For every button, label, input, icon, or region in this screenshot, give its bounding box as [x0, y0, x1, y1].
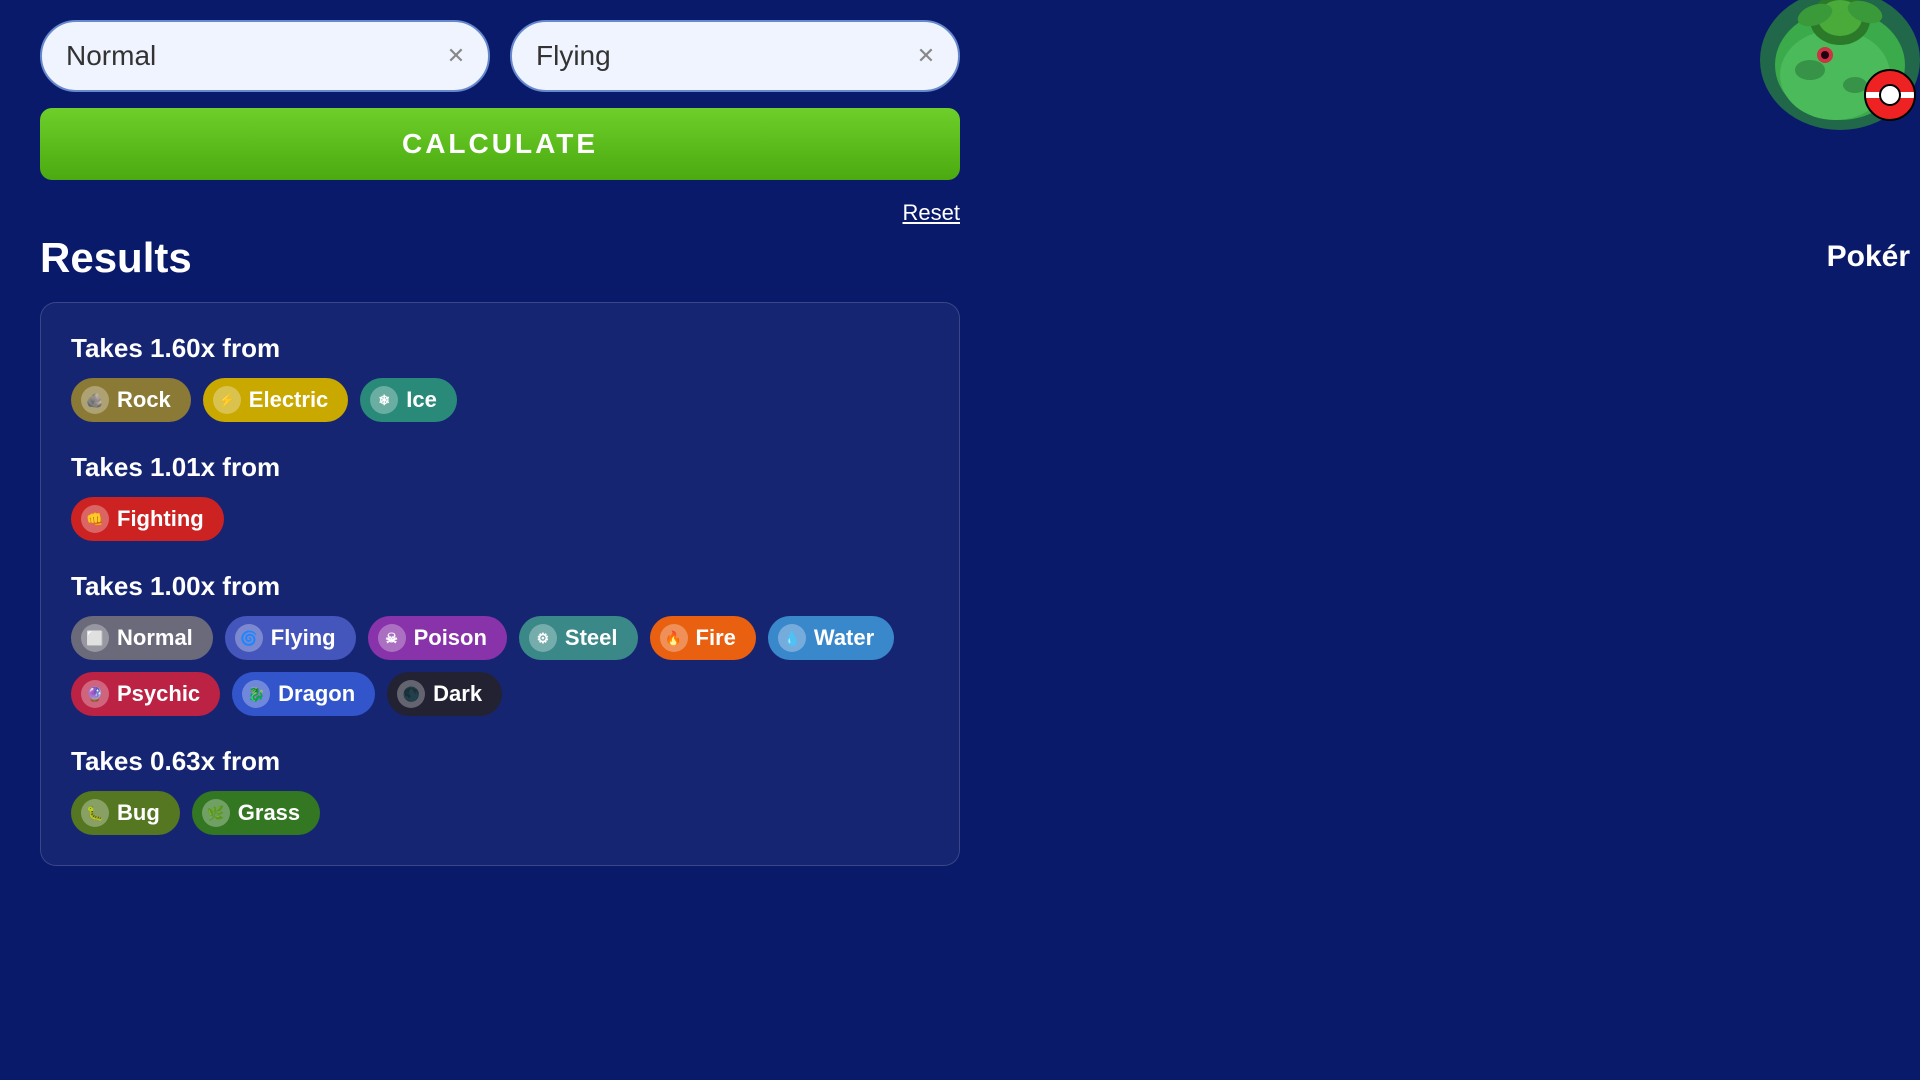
badge-ice: ❄ Ice [360, 378, 457, 422]
fighting-icon: 👊 [81, 505, 109, 533]
badge-steel: ⚙ Steel [519, 616, 638, 660]
water-label: Water [814, 625, 874, 651]
rock-icon: 🪨 [81, 386, 109, 414]
badge-fire: 🔥 Fire [650, 616, 756, 660]
flying-label: Flying [271, 625, 336, 651]
badge-fighting: 👊 Fighting [71, 497, 224, 541]
pokedex-label: Pokér [1827, 240, 1910, 274]
badge-rock: 🪨 Rock [71, 378, 191, 422]
poison-label: Poison [414, 625, 487, 651]
badge-dark: 🌑 Dark [387, 672, 502, 716]
grass-label: Grass [238, 800, 300, 826]
result-title-2: Takes 1.00x from [71, 571, 929, 602]
flying-icon: 🌀 [235, 624, 263, 652]
results-heading: Results [40, 234, 960, 282]
badge-poison: ☠ Poison [368, 616, 507, 660]
type2-wrapper: ✕ [510, 20, 960, 92]
reset-button[interactable]: Reset [903, 200, 960, 226]
dark-label: Dark [433, 681, 482, 707]
badge-grass: 🌿 Grass [192, 791, 320, 835]
fire-icon: 🔥 [660, 624, 688, 652]
type1-input[interactable] [40, 20, 490, 92]
reset-row: Reset [40, 200, 960, 226]
steel-icon: ⚙ [529, 624, 557, 652]
badges-row-2: ⬜ Normal 🌀 Flying ☠ Poison ⚙ Steel 🔥 Fire 💧 Water 🔮 P… [71, 616, 929, 716]
badge-bug: 🐛 Bug [71, 791, 180, 835]
badge-electric: ⚡ Electric [203, 378, 349, 422]
electric-icon: ⚡ [213, 386, 241, 414]
badges-row-0: 🪨 Rock ⚡ Electric ❄ Ice [71, 378, 929, 422]
grass-icon: 🌿 [202, 799, 230, 827]
badge-normal: ⬜ Normal [71, 616, 213, 660]
fire-label: Fire [696, 625, 736, 651]
badges-row-3: 🐛 Bug 🌿 Grass [71, 791, 929, 835]
bug-label: Bug [117, 800, 160, 826]
result-title-3: Takes 0.63x from [71, 746, 929, 777]
badge-water: 💧 Water [768, 616, 894, 660]
water-icon: 💧 [778, 624, 806, 652]
dragon-label: Dragon [278, 681, 355, 707]
badge-dragon: 🐉 Dragon [232, 672, 375, 716]
rock-label: Rock [117, 387, 171, 413]
dark-icon: 🌑 [397, 680, 425, 708]
pokemon-decoration [1640, 0, 1920, 130]
type-inputs-row: ✕ ✕ [40, 20, 960, 92]
result-section-0: Takes 1.60x from 🪨 Rock ⚡ Electric ❄ Ice [71, 333, 929, 422]
poison-icon: ☠ [378, 624, 406, 652]
result-section-2: Takes 1.00x from ⬜ Normal 🌀 Flying ☠ Poison ⚙ St… [71, 571, 929, 716]
badge-psychic: 🔮 Psychic [71, 672, 220, 716]
calculate-button[interactable]: CALCULATE [40, 108, 960, 180]
electric-label: Electric [249, 387, 329, 413]
normal-icon: ⬜ [81, 624, 109, 652]
steel-label: Steel [565, 625, 618, 651]
badges-row-1: 👊 Fighting [71, 497, 929, 541]
ice-icon: ❄ [370, 386, 398, 414]
dragon-icon: 🐉 [242, 680, 270, 708]
badge-flying: 🌀 Flying [225, 616, 356, 660]
result-section-1: Takes 1.01x from 👊 Fighting [71, 452, 929, 541]
ice-label: Ice [406, 387, 437, 413]
result-section-3: Takes 0.63x from 🐛 Bug 🌿 Grass [71, 746, 929, 835]
result-title-0: Takes 1.60x from [71, 333, 929, 364]
psychic-icon: 🔮 [81, 680, 109, 708]
fighting-label: Fighting [117, 506, 204, 532]
psychic-label: Psychic [117, 681, 200, 707]
result-title-1: Takes 1.01x from [71, 452, 929, 483]
type1-clear-button[interactable]: ✕ [440, 40, 472, 72]
type1-wrapper: ✕ [40, 20, 490, 92]
bug-icon: 🐛 [81, 799, 109, 827]
results-card: Takes 1.60x from🪨Rock⚡Electric❄IceTakes … [40, 302, 960, 866]
type2-input[interactable] [510, 20, 960, 92]
normal-label: Normal [117, 625, 193, 651]
type2-clear-button[interactable]: ✕ [910, 40, 942, 72]
